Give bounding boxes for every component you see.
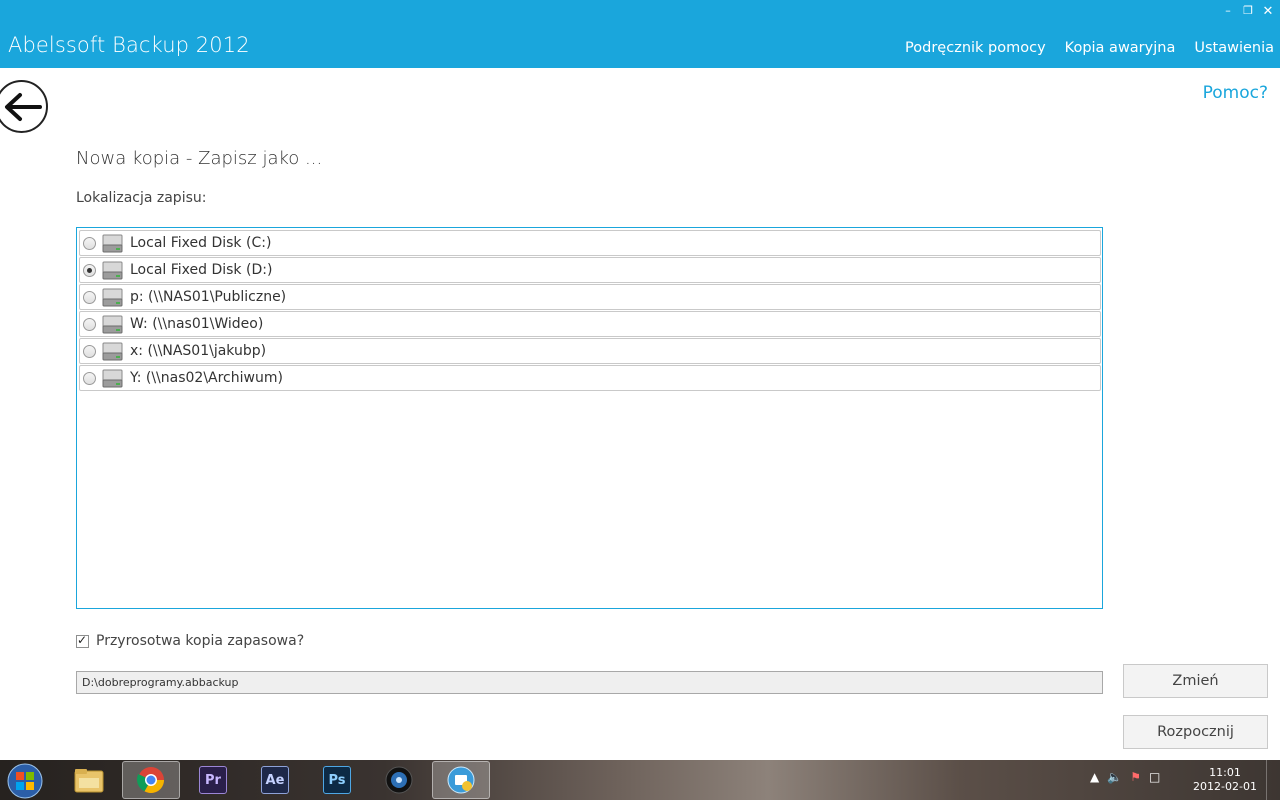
show-hidden-icons-icon[interactable]: ▲ xyxy=(1090,770,1099,784)
radio-button[interactable] xyxy=(83,372,96,385)
radio-button[interactable] xyxy=(83,318,96,331)
drive-label: Y: (\\nas02\Archiwum) xyxy=(130,370,283,386)
premiere-icon: Pr xyxy=(199,766,227,794)
clock[interactable]: 11:01 2012-02-01 xyxy=(1190,766,1260,794)
drive-item-y[interactable]: Y: (\\nas02\Archiwum) xyxy=(79,365,1101,391)
incremental-checkbox[interactable] xyxy=(76,633,89,648)
backup-icon xyxy=(447,766,475,794)
app-window: Abelssoft Backup 2012 – ❐ ✕ Podręcznik p… xyxy=(0,0,1280,760)
radio-button-selected[interactable] xyxy=(83,264,96,277)
clock-date: 2012-02-01 xyxy=(1193,780,1257,793)
drive-item-c[interactable]: Local Fixed Disk (C:) xyxy=(79,230,1101,256)
page-title: Nowa kopia - Zapisz jako ... xyxy=(76,148,323,169)
minimize-icon[interactable]: – xyxy=(1222,4,1234,19)
radio-button[interactable] xyxy=(83,237,96,250)
radio-button[interactable] xyxy=(83,345,96,358)
after-effects-icon: Ae xyxy=(261,766,289,794)
close-icon[interactable]: ✕ xyxy=(1262,4,1274,19)
drive-label: W: (\\nas01\Wideo) xyxy=(130,316,264,332)
drive-item-x[interactable]: x: (\\NAS01\jakubp) xyxy=(79,338,1101,364)
taskbar-abelssoft-backup[interactable] xyxy=(432,761,490,799)
nav-settings[interactable]: Ustawienia xyxy=(1194,40,1274,56)
drive-item-p[interactable]: p: (\\NAS01\Publiczne) xyxy=(79,284,1101,310)
taskbar-premiere[interactable]: Pr xyxy=(184,761,242,799)
chrome-icon xyxy=(136,767,165,794)
incremental-label: Przyrosotwa kopia zapasowa? xyxy=(96,633,305,649)
taskbar: Pr Ae Ps ▲ 🔈 ⚑ □ 11:01 2012-02-01 xyxy=(0,760,1280,800)
network-drive-icon xyxy=(102,315,123,334)
taskbar-media[interactable] xyxy=(370,761,428,799)
drive-label: Local Fixed Disk (C:) xyxy=(130,235,272,251)
photoshop-icon: Ps xyxy=(323,766,351,794)
volume-icon[interactable]: 🔈 xyxy=(1107,770,1122,784)
drive-label: p: (\\NAS01\Publiczne) xyxy=(130,289,287,305)
drive-item-d[interactable]: Local Fixed Disk (D:) xyxy=(79,257,1101,283)
hard-drive-icon xyxy=(102,261,123,280)
drive-item-w[interactable]: W: (\\nas01\Wideo) xyxy=(79,311,1101,337)
top-navigation: Podręcznik pomocy Kopia awaryjna Ustawie… xyxy=(886,40,1274,56)
drive-label: x: (\\NAS01\jakubp) xyxy=(130,343,267,359)
change-button[interactable]: Zmień xyxy=(1123,664,1268,698)
start-button[interactable]: Rozpocznij xyxy=(1123,715,1268,749)
network-drive-icon xyxy=(102,288,123,307)
system-tray: ▲ 🔈 ⚑ □ xyxy=(1090,770,1160,784)
windows-logo-icon xyxy=(7,763,43,799)
radio-button[interactable] xyxy=(83,291,96,304)
folder-icon xyxy=(74,769,104,793)
restore-icon[interactable]: ❐ xyxy=(1242,4,1254,19)
clock-time: 11:01 xyxy=(1209,766,1241,779)
drive-label: Local Fixed Disk (D:) xyxy=(130,262,273,278)
window-controls: – ❐ ✕ xyxy=(1222,4,1274,19)
app-title: Abelssoft Backup 2012 xyxy=(8,33,250,57)
show-desktop-button[interactable] xyxy=(1266,760,1280,800)
network-drive-icon xyxy=(102,342,123,361)
taskbar-after-effects[interactable]: Ae xyxy=(246,761,304,799)
media-icon xyxy=(385,766,413,794)
start-button[interactable] xyxy=(5,763,45,799)
help-link[interactable]: Pomoc? xyxy=(1203,83,1268,103)
incremental-backup-option[interactable]: Przyrosotwa kopia zapasowa? xyxy=(76,633,304,649)
nav-emergency-backup[interactable]: Kopia awaryjna xyxy=(1065,40,1176,56)
location-label: Lokalizacja zapisu: xyxy=(76,190,207,206)
network-drive-icon xyxy=(102,369,123,388)
nav-help-manual[interactable]: Podręcznik pomocy xyxy=(905,40,1046,56)
title-bar: Abelssoft Backup 2012 – ❐ ✕ Podręcznik p… xyxy=(0,0,1280,68)
network-icon[interactable]: □ xyxy=(1149,770,1160,784)
backup-path-field[interactable]: D:\dobreprogramy.abbackup xyxy=(76,671,1103,694)
arrow-left-icon xyxy=(5,93,42,121)
back-button[interactable] xyxy=(0,80,48,133)
taskbar-explorer[interactable] xyxy=(60,761,118,799)
taskbar-chrome[interactable] xyxy=(122,761,180,799)
hard-drive-icon xyxy=(102,234,123,253)
drive-list: Local Fixed Disk (C:) Local Fixed Disk (… xyxy=(76,227,1103,609)
action-center-icon[interactable]: ⚑ xyxy=(1130,770,1141,784)
taskbar-photoshop[interactable]: Ps xyxy=(308,761,366,799)
